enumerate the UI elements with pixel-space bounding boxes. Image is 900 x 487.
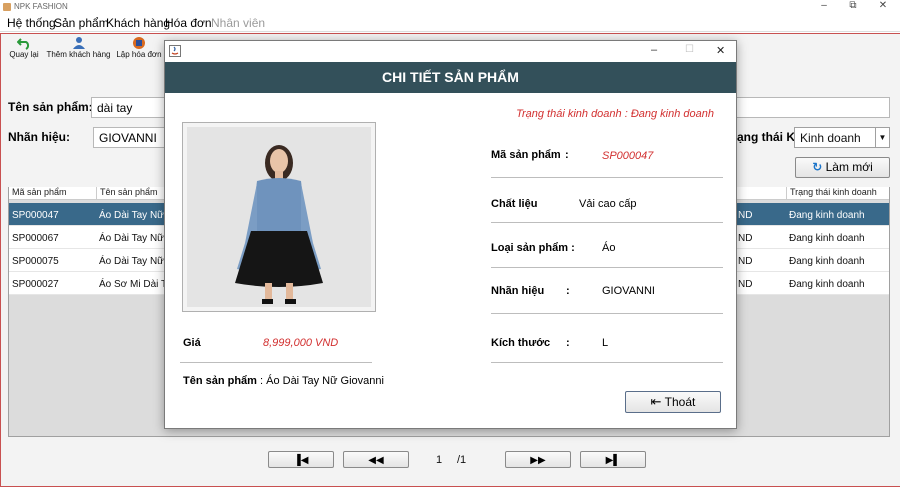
dialog-titlebar: – ☐ ✕: [165, 41, 736, 62]
dialog-title: CHI TIẾT SẢN PHẨM: [165, 62, 736, 93]
row-code: SP000027: [12, 279, 59, 290]
current-page: 1: [436, 454, 443, 466]
code-value: SP000047: [602, 150, 654, 162]
price-label: Giá: [183, 337, 201, 349]
size-label: Kích thước: [491, 337, 551, 349]
row-status: Đang kinh doanh: [789, 256, 865, 267]
window-title: NPK FASHION: [14, 2, 68, 11]
exit-button-label: Thoát: [664, 395, 696, 409]
type-label: Loại sản phẩm :: [491, 242, 575, 254]
refresh-button[interactable]: ↻ Làm mới: [795, 157, 890, 178]
window-titlebar: NPK FASHION – ⧉ ✕: [0, 0, 900, 14]
total-pages: /1: [457, 454, 467, 466]
exit-icon: ⇤: [650, 394, 662, 409]
column-header-name[interactable]: Tên sản phẩm: [96, 187, 164, 200]
brand-label: Nhãn hiệu:: [8, 130, 70, 144]
create-invoice-button[interactable]: Lập hóa đơn: [115, 36, 163, 64]
code-colon: :: [565, 149, 569, 161]
first-page-button[interactable]: ▐◀: [268, 451, 334, 468]
column-header-price[interactable]: [736, 187, 786, 200]
divider: [491, 177, 723, 178]
chevron-down-icon: ▼: [875, 128, 889, 147]
prev-page-button[interactable]: ◀◀: [343, 451, 409, 468]
brand-detail-label: Nhãn hiệu: [491, 285, 545, 297]
last-page-icon: ▶▌: [605, 455, 621, 466]
row-status: Đang kinh doanh: [789, 279, 865, 290]
back-button[interactable]: Quay lại: [7, 36, 41, 64]
size-value: L: [602, 337, 609, 349]
material-value: Vải cao cấp: [579, 198, 637, 210]
business-status: Trạng thái kinh doanh : Đang kinh doanh: [516, 108, 714, 120]
row-status: Đang kinh doanh: [789, 210, 865, 221]
row-code: SP000067: [12, 233, 59, 244]
material-label: Chất liệu: [491, 198, 538, 210]
fast-forward-icon: ▶▶: [530, 455, 546, 466]
product-name-detail-value: : Áo Dài Tay Nữ Giovanni: [260, 375, 384, 387]
refresh-button-label: Làm mới: [825, 160, 873, 174]
minimize-button[interactable]: –: [814, 0, 834, 11]
brand-colon: :: [566, 285, 570, 297]
code-label: Mã sản phẩm: [491, 149, 561, 161]
divider: [180, 362, 372, 363]
java-app-icon: [169, 45, 181, 57]
status-filter-select[interactable]: Kinh doanh ▼: [794, 127, 890, 148]
menu-hoa-don[interactable]: Hóa đơn: [165, 16, 212, 30]
row-status: Đang kinh doanh: [789, 233, 865, 244]
close-button[interactable]: ✕: [873, 0, 893, 11]
menu-nhan-vien: Nhân viên: [211, 16, 266, 30]
exit-button[interactable]: ⇤ Thoát: [625, 391, 721, 413]
dialog-minimize-button[interactable]: –: [651, 44, 657, 56]
next-page-button[interactable]: ▶▶: [505, 451, 571, 468]
brand-detail-value: GIOVANNI: [602, 285, 655, 297]
row-code: SP000047: [12, 210, 59, 221]
add-customer-button[interactable]: Thêm khách hàng: [45, 36, 112, 64]
row-price: ND: [738, 279, 753, 290]
row-code: SP000075: [12, 256, 59, 267]
product-photo-icon: [187, 127, 371, 307]
dialog-close-button[interactable]: ✕: [716, 44, 725, 57]
row-price: ND: [738, 233, 753, 244]
divider: [491, 267, 723, 268]
row-price: ND: [738, 256, 753, 267]
rewind-icon: ◀◀: [368, 455, 384, 466]
menu-khach-hang[interactable]: Khách hàng: [106, 16, 170, 30]
first-page-icon: ▐◀: [293, 455, 309, 466]
app-logo-icon: [3, 3, 11, 11]
menubar: Hệ thống Sản phẩm Khách hàng Hóa đơn Nhâ…: [0, 14, 900, 32]
column-header-status[interactable]: Trạng thái kinh doanh: [786, 187, 889, 200]
refresh-icon: ↻: [812, 160, 823, 174]
menu-san-pham[interactable]: Sản phẩm: [54, 16, 109, 30]
row-price: ND: [738, 210, 753, 221]
create-invoice-label: Lập hóa đơn: [116, 50, 162, 59]
product-image: [182, 122, 376, 312]
invoice-icon: [133, 37, 145, 49]
maximize-button[interactable]: ⧉: [843, 0, 863, 11]
back-button-label: Quay lại: [9, 50, 39, 59]
add-user-icon: [72, 37, 85, 49]
divider: [491, 362, 723, 363]
product-name-detail-label: Tên sản phẩm: [183, 375, 257, 387]
back-arrow-icon: [17, 38, 30, 50]
menu-he-thong[interactable]: Hệ thống: [7, 16, 56, 30]
add-customer-label: Thêm khách hàng: [46, 50, 111, 59]
type-value: Áo: [602, 242, 616, 254]
column-header-code[interactable]: Mã sản phẩm: [9, 187, 96, 200]
divider: [491, 313, 723, 314]
dialog-maximize-button: ☐: [685, 44, 694, 55]
product-detail-dialog: – ☐ ✕ CHI TIẾT SẢN PHẨM Trạng thái kinh …: [164, 40, 737, 429]
brand-input[interactable]: GIOVANNI: [93, 127, 165, 148]
size-colon: :: [566, 337, 570, 349]
price-value: 8,999,000 VND: [263, 337, 339, 349]
status-filter-value: Kinh doanh: [800, 131, 861, 145]
product-name-label: Tên sản phẩm:: [8, 100, 93, 114]
divider: [491, 222, 723, 223]
last-page-button[interactable]: ▶▌: [580, 451, 646, 468]
